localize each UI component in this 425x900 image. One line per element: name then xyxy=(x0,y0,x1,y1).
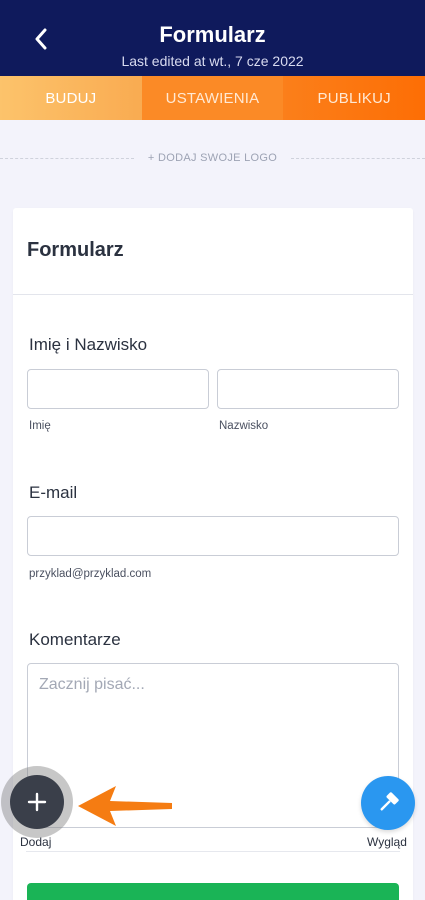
name-field-label: Imię i Nazwisko xyxy=(29,335,148,354)
comments-field-label: Komentarze xyxy=(29,630,121,649)
tab-build[interactable]: BUDUJ xyxy=(0,76,142,120)
add-field-button[interactable] xyxy=(10,775,64,829)
add-field-label: Dodaj xyxy=(20,835,52,849)
app-header: Formularz Last edited at wt., 7 cze 2022 xyxy=(0,0,425,76)
first-name-sublabel: Imię xyxy=(29,420,51,432)
title-divider xyxy=(13,294,413,295)
plus-icon xyxy=(27,792,47,812)
builder-tabs: BUDUJ USTAWIENIA PUBLIKUJ xyxy=(0,76,425,120)
last-name-sublabel: Nazwisko xyxy=(219,420,269,432)
last-name-input[interactable] xyxy=(217,369,399,409)
last-edited-text: Last edited at wt., 7 cze 2022 xyxy=(121,53,304,69)
tab-settings[interactable]: USTAWIENIA xyxy=(141,76,284,120)
email-sublabel: przyklad@przyklad.com xyxy=(29,568,152,580)
tab-publish[interactable]: PUBLIKUJ xyxy=(283,76,425,120)
divider xyxy=(0,157,134,159)
email-input[interactable] xyxy=(27,516,399,556)
form-title[interactable]: Formularz xyxy=(27,239,124,262)
divider xyxy=(26,851,400,852)
add-logo-button[interactable]: + DODAJ SWOJE LOGO xyxy=(134,152,291,164)
appearance-label: Wygląd xyxy=(367,835,407,849)
form-card: Formularz Imię i Nazwisko Imię Nazwisko … xyxy=(13,208,413,900)
add-logo-row: + DODAJ SWOJE LOGO xyxy=(0,146,425,170)
email-field-label: E-mail xyxy=(29,483,78,502)
paint-roller-icon xyxy=(380,792,399,811)
page-title: Formularz xyxy=(159,22,266,47)
comments-placeholder: Zacznij pisać... xyxy=(39,676,145,693)
appearance-button[interactable] xyxy=(361,776,415,830)
arrow-left-icon xyxy=(78,786,172,826)
divider xyxy=(291,157,425,159)
first-name-input[interactable] xyxy=(27,369,209,409)
submit-button[interactable] xyxy=(27,883,399,900)
